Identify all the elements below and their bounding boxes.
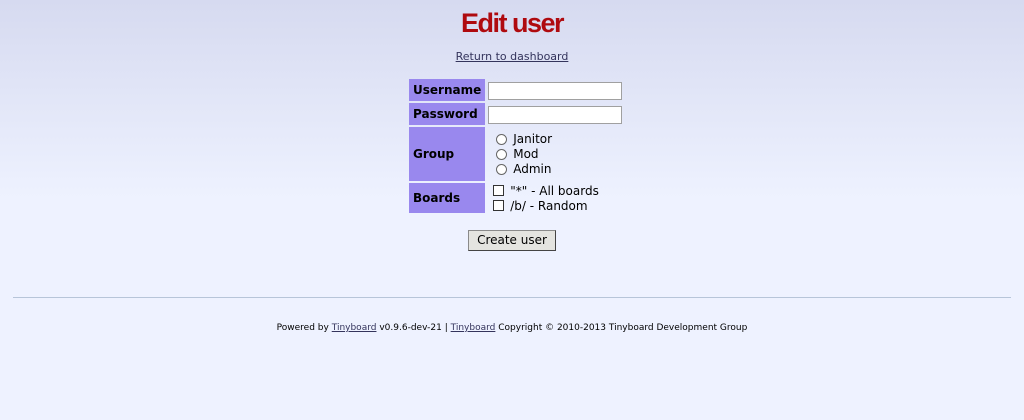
page-title: Edit user xyxy=(460,8,565,38)
b-board-label: /b/ - Random xyxy=(510,198,588,213)
password-row: Password xyxy=(409,103,623,125)
return-link-container: Return to dashboard xyxy=(0,50,1024,63)
powered-by-text: Powered by xyxy=(276,323,329,333)
group-option-admin[interactable]: Admin xyxy=(488,162,622,177)
tinyboard-link[interactable]: Tinyboard xyxy=(332,323,377,333)
admin-radio[interactable] xyxy=(496,163,508,175)
username-label: Username xyxy=(409,79,486,101)
b-board-checkbox[interactable] xyxy=(493,200,505,211)
create-user-button[interactable]: Create user xyxy=(468,229,556,251)
board-option-all[interactable]: "*" - All boards xyxy=(488,183,622,198)
username-row: Username xyxy=(409,79,623,101)
group-row: Group Janitor Mod Admin xyxy=(409,127,623,181)
all-boards-label: "*" - All boards xyxy=(510,183,599,198)
username-input[interactable] xyxy=(488,81,623,100)
password-label: Password xyxy=(409,103,486,125)
admin-label: Admin xyxy=(513,162,552,176)
footer: Powered by Tinyboard v0.9.6-dev-21 | Tin… xyxy=(0,323,1024,333)
mod-radio[interactable] xyxy=(496,148,508,160)
group-label: Group xyxy=(409,127,486,181)
group-option-mod[interactable]: Mod xyxy=(488,147,622,162)
mod-label: Mod xyxy=(513,147,539,161)
copyright-text: Copyright © 2010-2013 Tinyboard Developm… xyxy=(498,323,748,333)
password-input[interactable] xyxy=(488,105,623,124)
tinyboard-copyright-link[interactable]: Tinyboard xyxy=(451,323,496,333)
janitor-radio[interactable] xyxy=(496,133,508,145)
janitor-label: Janitor xyxy=(513,132,553,146)
boards-label: Boards xyxy=(409,183,486,213)
edit-user-form: Username Password Group Janitor Mod Admi… xyxy=(407,77,625,215)
boards-row: Boards "*" - All boards /b/ - Random xyxy=(409,183,623,213)
all-boards-checkbox[interactable] xyxy=(493,185,505,196)
submit-container: Create user xyxy=(0,229,1024,251)
board-option-b[interactable]: /b/ - Random xyxy=(488,198,622,213)
divider xyxy=(13,297,1011,298)
version-text: v0.9.6-dev-21 | xyxy=(379,323,448,333)
group-option-janitor[interactable]: Janitor xyxy=(488,132,622,147)
return-to-dashboard-link[interactable]: Return to dashboard xyxy=(456,50,569,63)
